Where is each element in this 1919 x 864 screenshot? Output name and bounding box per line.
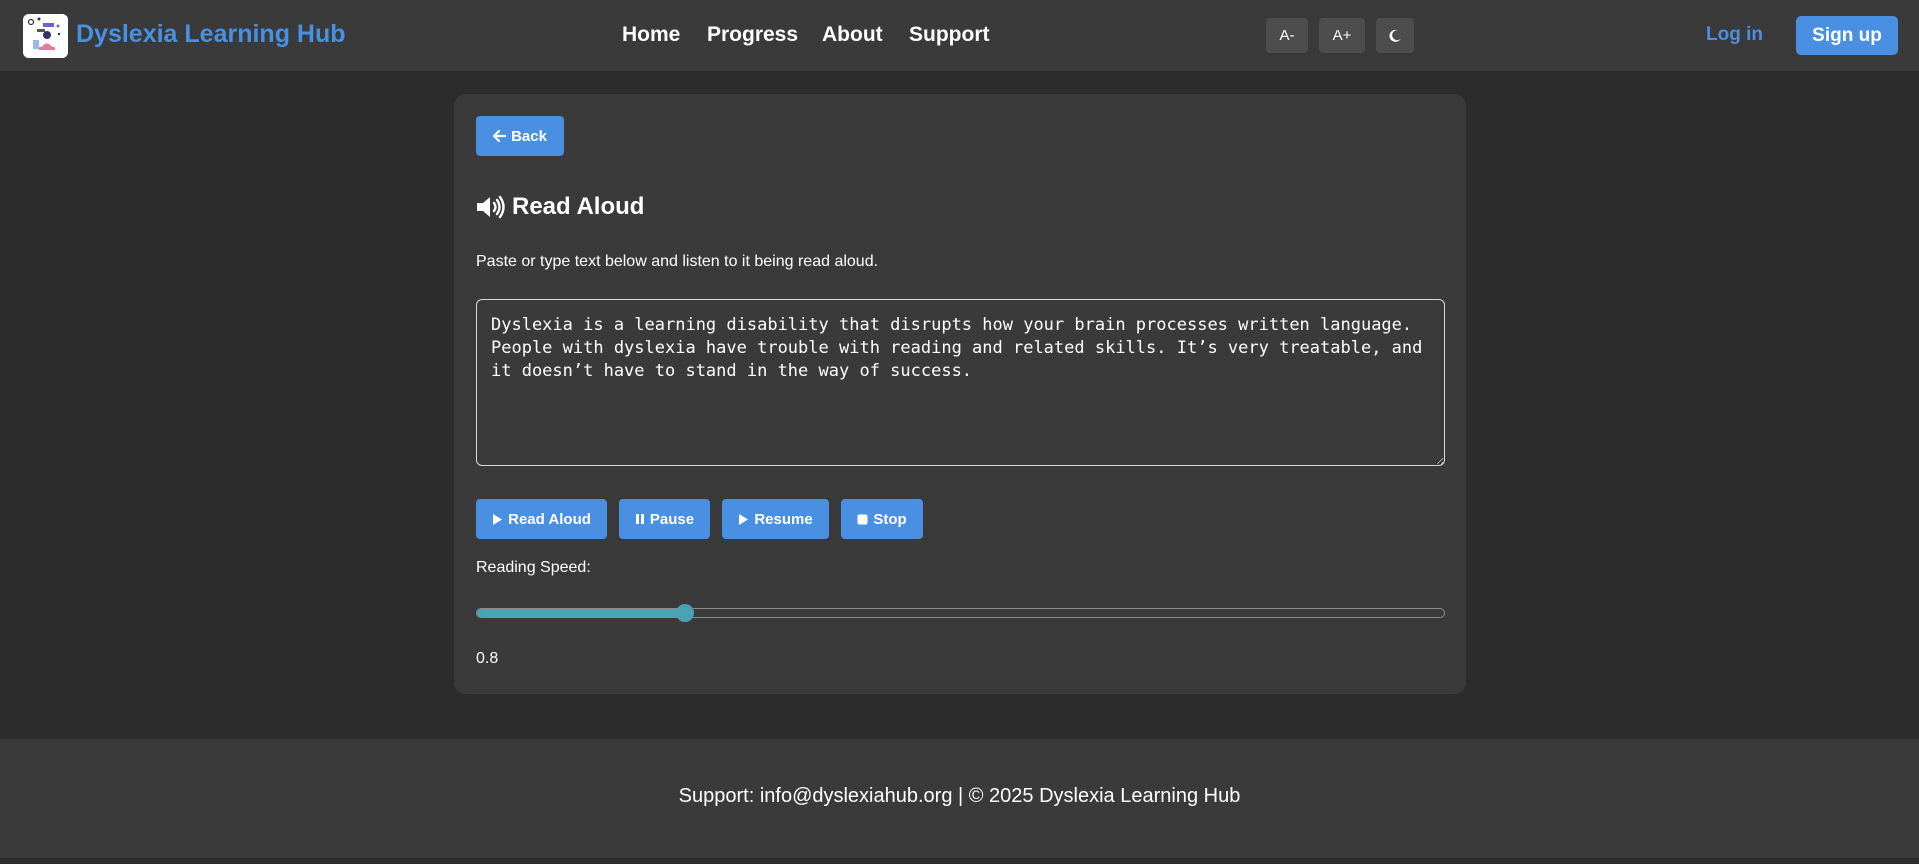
pause-icon [635, 513, 645, 525]
arrow-left-icon [493, 130, 507, 142]
moon-icon [1388, 29, 1402, 43]
play-icon [738, 513, 749, 526]
title-text: Read Aloud [512, 193, 645, 220]
read-aloud-button[interactable]: Read Aloud [476, 499, 607, 539]
footer: Support: info@dyslexiahub.org | © 2025 D… [0, 739, 1919, 858]
description-text: Paste or type text below and listen to i… [476, 253, 879, 270]
slider-thumb[interactable] [675, 604, 694, 622]
slider-fill [477, 609, 685, 617]
speaker-icon [476, 195, 506, 219]
back-button[interactable]: Back [476, 116, 564, 156]
page-title: Read Aloud [476, 193, 644, 221]
dark-mode-button[interactable] [1376, 18, 1414, 53]
signup-button[interactable]: Sign up [1796, 16, 1898, 55]
reading-speed-label: Reading Speed: [476, 559, 591, 576]
play-icon [492, 513, 503, 526]
stop-button[interactable]: Stop [841, 499, 923, 539]
nav-progress[interactable]: Progress [707, 23, 798, 47]
back-label: Back [511, 127, 547, 145]
increase-font-button[interactable]: A+ [1319, 18, 1365, 53]
decrease-font-button[interactable]: A- [1266, 18, 1308, 53]
top-navbar: Dyslexia Learning Hub Home Progress Abou… [0, 0, 1919, 71]
reading-speed-value: 0.8 [476, 650, 499, 667]
read-aloud-label: Read Aloud [508, 510, 591, 528]
nav-home[interactable]: Home [622, 23, 680, 47]
read-aloud-textarea[interactable] [476, 299, 1445, 466]
resume-label: Resume [754, 510, 813, 528]
resume-button[interactable]: Resume [722, 499, 829, 539]
pause-button[interactable]: Pause [619, 499, 710, 539]
read-aloud-card: Back Read Aloud Paste or type text below… [454, 94, 1466, 694]
pause-label: Pause [649, 510, 695, 528]
stop-icon [857, 514, 868, 525]
logo-icon[interactable] [23, 14, 68, 58]
nav-support[interactable]: Support [909, 23, 989, 47]
login-link[interactable]: Log in [1706, 24, 1763, 46]
reading-speed-slider[interactable] [476, 604, 1445, 622]
stop-label: Stop [873, 510, 907, 528]
footer-text: Support: info@dyslexiahub.org | © 2025 D… [678, 785, 1241, 807]
nav-about[interactable]: About [822, 23, 883, 47]
brand-title[interactable]: Dyslexia Learning Hub [76, 20, 346, 49]
